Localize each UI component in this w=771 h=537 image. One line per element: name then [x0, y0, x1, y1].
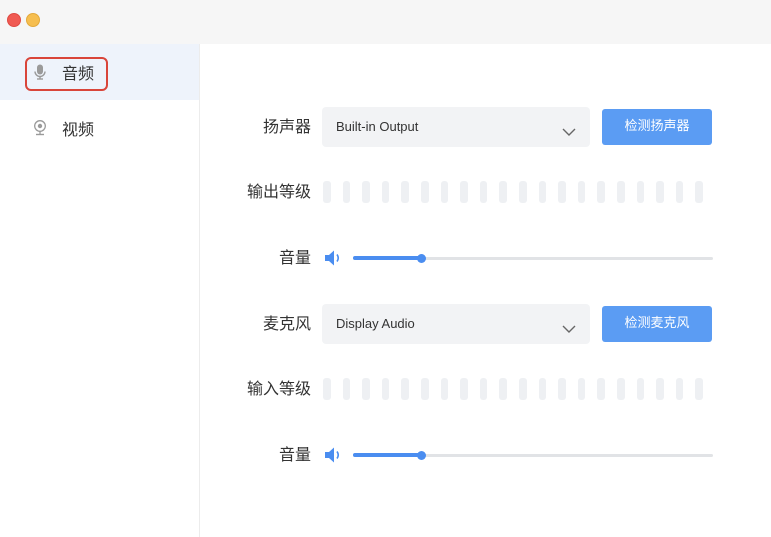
level-segment: [479, 378, 488, 400]
level-segment: [538, 378, 547, 400]
level-segment: [440, 181, 449, 203]
level-segment: [656, 181, 664, 203]
level-segment: [460, 378, 468, 400]
level-segment: [381, 181, 390, 203]
sidebar-item-label: 视频: [62, 120, 95, 139]
level-segment: [577, 378, 586, 400]
test-speaker-button[interactable]: 检测扬声器: [602, 109, 712, 145]
microphone-volume-label: 音量: [278, 445, 311, 464]
close-window-button[interactable]: [7, 13, 21, 27]
speaker-volume-label: 音量: [278, 248, 311, 267]
sidebar: 音频 视频: [0, 44, 200, 537]
microphone-volume-icon: [324, 446, 344, 468]
output-level-row: 输出等级: [200, 172, 771, 212]
camera-icon: [33, 119, 47, 137]
speaker-volume-icon: [324, 249, 344, 271]
microphone-label: 麦克风: [262, 314, 311, 333]
sidebar-item-video[interactable]: 视频: [0, 100, 199, 156]
title-bar: [0, 0, 771, 44]
level-segment: [323, 378, 331, 400]
output-level-meter: [323, 181, 715, 203]
input-level-label: 输入等级: [246, 379, 311, 398]
microphone-volume-row: 音量: [200, 435, 771, 475]
level-segment: [597, 181, 605, 203]
speaker-selected-value: Built-in Output: [336, 119, 419, 134]
level-segment: [518, 378, 527, 400]
output-level-label: 输出等级: [246, 182, 311, 201]
microphone-icon: [33, 63, 47, 81]
input-level-row: 输入等级: [200, 369, 771, 409]
level-segment: [558, 181, 566, 203]
speaker-select[interactable]: Built-in Output: [322, 107, 590, 147]
level-segment: [342, 378, 351, 400]
sidebar-item-label: 音频: [62, 64, 95, 83]
chevron-down-icon: [562, 319, 576, 338]
sidebar-item-audio[interactable]: 音频: [0, 44, 199, 100]
level-segment: [695, 378, 703, 400]
minimize-window-button[interactable]: [26, 13, 40, 27]
level-segment: [636, 181, 645, 203]
speaker-label: 扬声器: [262, 117, 311, 136]
microphone-select[interactable]: Display Audio: [322, 304, 590, 344]
level-segment: [460, 181, 468, 203]
microphone-volume-slider[interactable]: [353, 449, 713, 461]
microphone-row: 麦克风 Display Audio 检测麦克风: [200, 304, 771, 344]
level-segment: [381, 378, 390, 400]
level-segment: [656, 378, 664, 400]
speaker-volume-slider[interactable]: [353, 252, 713, 264]
slider-fill: [353, 256, 422, 260]
microphone-selected-value: Display Audio: [336, 316, 415, 331]
level-segment: [577, 181, 586, 203]
chevron-down-icon: [562, 122, 576, 141]
slider-thumb[interactable]: [417, 254, 427, 263]
level-segment: [420, 378, 429, 400]
level-segment: [616, 181, 625, 203]
level-segment: [420, 181, 429, 203]
level-segment: [323, 181, 331, 203]
level-segment: [518, 181, 527, 203]
slider-thumb[interactable]: [417, 451, 427, 460]
level-segment: [342, 181, 351, 203]
speaker-row: 扬声器 Built-in Output 检测扬声器: [200, 107, 771, 147]
level-segment: [675, 181, 684, 203]
level-segment: [695, 181, 703, 203]
level-segment: [597, 378, 605, 400]
slider-fill: [353, 453, 422, 457]
test-microphone-button[interactable]: 检测麦克风: [602, 306, 712, 342]
speaker-volume-row: 音量: [200, 238, 771, 278]
level-segment: [675, 378, 684, 400]
input-level-meter: [323, 378, 715, 400]
level-segment: [499, 378, 507, 400]
level-segment: [499, 181, 507, 203]
level-segment: [538, 181, 547, 203]
level-segment: [616, 378, 625, 400]
level-segment: [401, 378, 409, 400]
level-segment: [479, 181, 488, 203]
level-segment: [362, 378, 370, 400]
level-segment: [362, 181, 370, 203]
level-segment: [440, 378, 449, 400]
level-segment: [636, 378, 645, 400]
level-segment: [401, 181, 409, 203]
level-segment: [558, 378, 566, 400]
